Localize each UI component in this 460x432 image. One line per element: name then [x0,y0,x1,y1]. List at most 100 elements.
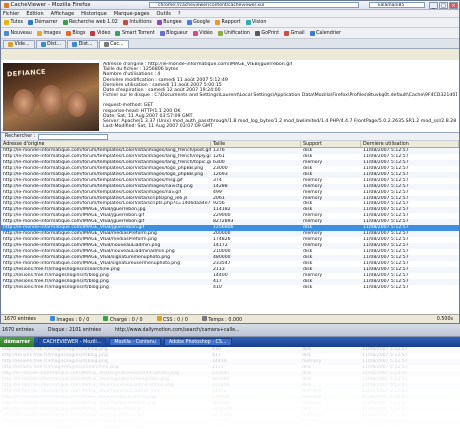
meta-line: Fichier sur le disque : C:\Documents and… [103,93,457,99]
bungee-icon [156,20,162,25]
toolbar-label: Vision [252,20,267,25]
toolbar-label: Nouveau [10,30,32,36]
home-icon [28,20,34,25]
toolbar-label: Bungee [163,20,182,25]
poster-title: DEFIANCE [6,67,47,79]
cell-address: http://lesions.free.fr/images/logins/rt/… [3,284,109,290]
cell-size: 410 [213,284,222,290]
toolbar-label: GoPrint [261,30,280,36]
merge-icon [217,30,223,36]
toolbar-label: Recherche web 1.02 [69,20,118,25]
url-input[interactable]: chrome://cacheviewer/content/cacheviewer… [149,2,359,8]
toolbar2-item-unification[interactable]: Unification [217,30,250,36]
start-button[interactable]: démarrer [0,337,34,347]
menu-help[interactable]: ? [178,11,181,17]
toolbar-label: Google [193,20,210,25]
tab-dist-2[interactable]: Dist... [67,40,98,48]
toolbar2-item-images[interactable]: Images [36,30,61,36]
toolbar-item-tutos[interactable]: Tutos [4,20,23,25]
column-header-last-used[interactable]: Dernière utilisation [361,141,459,147]
tab-label: Vide... [14,42,30,47]
toolbar-label: Blogs [72,30,86,36]
reflection-fade [0,347,460,432]
toolbar2-item-goprint[interactable]: GoPrint [254,30,280,36]
column-header-support[interactable]: Support [301,141,361,147]
toolbar2-item-nouveau[interactable]: Nouveau [4,30,32,36]
close-button[interactable]: × [449,1,458,9]
taskbar-item-photoshop[interactable]: Adobe Photoshop - CS... [163,338,232,346]
toolbar-label: Tutos [10,20,24,25]
tab-label: Cac... [110,42,124,47]
poster-face [13,89,35,117]
menu-fichier[interactable]: Fichier [3,11,19,17]
cache-preview-panel: DEFIANCE Adresse d'origine : http://le-m… [1,60,459,133]
toolbar-item-recherche[interactable]: Recherche web 1.02 [62,20,118,25]
toolbar2-item-smart-torrent[interactable]: Smart Torrent [115,30,155,36]
preview-image[interactable]: DEFIANCE [3,63,99,131]
column-header-size[interactable]: Taille [211,141,301,147]
table-body: http://le-monde-informatique.com/forum/t… [1,148,459,291]
toolbar-label: Video [96,30,111,36]
toolbar2-item-blogueur[interactable]: Blogueur [159,30,188,36]
toolbar2-item-calendrier[interactable]: Calendrier [309,30,341,36]
toolbar-item-demarrer[interactable]: Démarrer [28,20,58,25]
rss-icon [65,30,71,36]
column-header-address[interactable]: Adresse d'origine [1,141,211,147]
second-entries: 1670 entrées [2,327,34,333]
toolbar2-item-gmail[interactable]: Gmail [284,30,305,36]
tab-dist-1[interactable]: Dist... [35,40,67,48]
status-timer: Temps : 0.000 [201,316,242,323]
taskbar-item-mozilla[interactable]: Mozilla - Contenu [109,338,161,346]
search-input[interactable]: kalamani85 [369,2,425,8]
status-label: Images : 0 / 0 [56,318,90,323]
new-icon [4,30,9,36]
bulb-icon [122,20,128,25]
entry-count: 1670 entrées [4,317,36,322]
toolbar-item-rapport[interactable]: Rapport [215,20,241,25]
report-icon [215,20,220,25]
table-row[interactable]: http://lesions.free.fr/images/logins/rt/… [1,285,459,291]
menu-outils[interactable]: Outils [156,11,170,17]
google-icon [186,20,192,25]
toolbar2-item-video2[interactable]: Vidéo [192,30,213,36]
menu-marque-pages[interactable]: Marque-pages [114,11,150,17]
menu-historique[interactable]: Historique [81,11,107,17]
toolbar-item-bungee[interactable]: Bungee [156,20,182,25]
cache-entry-details: Adresse d'origine : http://le-monde-info… [103,62,457,129]
filter-bar: Rechercher : [1,133,459,141]
cache-table: Adresse d'origine Taille Support Dernièr… [1,141,459,314]
toolbar-label: Vidéo [199,30,213,36]
taskbar-item-cacheviewer[interactable]: CACHEVIEWER - Mozill... [38,338,107,346]
filter-input[interactable] [38,133,109,140]
maximize-button[interactable]: □ [439,1,448,9]
taskbar: démarrer CACHEVIEWER - Mozill... Mozilla… [0,337,460,347]
toolbar-item-vision[interactable]: Vision [245,20,267,25]
toolbar2-item-video[interactable]: Video [90,30,111,36]
page-icon [72,42,78,47]
video-icon [90,30,96,36]
toolbar-label: Rapport [221,20,241,25]
toolbar-label: Intuitions [129,20,152,25]
toolbar-item-google[interactable]: Google [186,20,210,25]
mail-icon [284,30,290,36]
menu-bar: Fichier Edition Affichage Historique Mar… [1,2,459,18]
browser-window: CacheViewer - Mozilla Firefox _ □ × Fich… [0,0,460,324]
toolbar-item-intuitions[interactable]: Intuitions [122,20,152,25]
second-window-bar: 1670 entrées Disque : 2101 entrées http:… [0,324,460,337]
menu-edition[interactable]: Edition [26,11,43,17]
status-images: Images : 0 / 0 [49,316,90,323]
page-icon [103,42,109,47]
menu-affichage[interactable]: Affichage [51,11,75,17]
status-bar: 1670 entrées Images : 0 / 0 Chargé : 0 /… [1,314,459,323]
page-icon [40,42,46,47]
minimize-button[interactable]: _ [429,1,438,9]
timer-icon [201,316,207,321]
tab-video[interactable]: Vide... [3,40,35,48]
tab-cacheviewer[interactable]: Cac... [98,40,129,48]
page-icon [8,42,13,47]
firefox-icon [4,2,9,8]
second-url[interactable]: http://www.dailymotion.com/search/camera… [115,328,240,333]
film-icon [192,30,198,36]
css-icon [156,316,162,321]
toolbar2-item-blogs[interactable]: Blogs [65,30,86,36]
